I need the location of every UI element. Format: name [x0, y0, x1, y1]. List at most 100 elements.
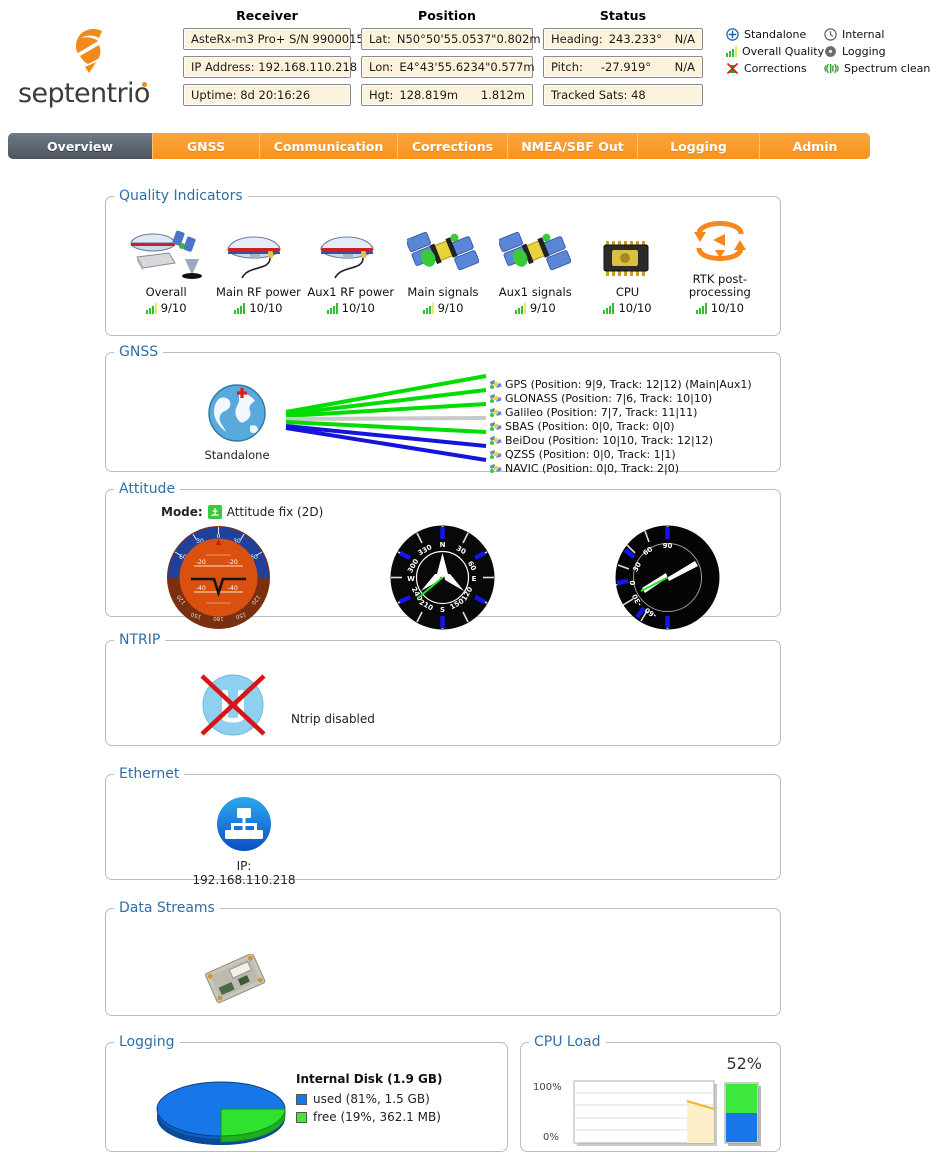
attitude-mode-label: Mode:	[161, 505, 203, 519]
gnss-constellation-label: NAVIC (Position: 0|0, Track: 2|0)	[505, 461, 679, 475]
gnss-constellation-label: QZSS (Position: 0|0, Track: 1|1)	[505, 447, 676, 461]
signal-bars-icon	[514, 302, 526, 314]
svg-text:90: 90	[663, 542, 673, 550]
attitude-fix-icon	[207, 505, 222, 519]
disk-used-label: used (81%, 1.5 GB)	[313, 1092, 430, 1106]
status-pitch-field: Pitch: -27.919° N/A	[543, 56, 703, 78]
svg-text:-40: -40	[196, 585, 206, 592]
attitude-mode-value: Attitude fix (2D)	[226, 505, 324, 519]
gnss-signal-rays	[285, 374, 487, 462]
status-legend: Standalone Internal Overall Quality Logg…	[726, 28, 934, 75]
quality-label: Main signals	[407, 285, 479, 299]
main-navigation: Overview GNSS Communication Corrections …	[8, 133, 870, 159]
status-column: Status Heading: 243.233° N/A Pitch: -27.…	[543, 8, 703, 112]
gnss-constellation-row: SBAS (Position: 0|0, Track: 0|0)	[489, 419, 752, 433]
signal-bars-icon	[326, 302, 338, 314]
pitch-gauge: 90 60 30 0 -30 -60	[615, 525, 720, 630]
quality-score: 9/10	[120, 301, 212, 315]
panel-data-streams: Data Streams	[105, 900, 781, 1016]
quality-score-value: 9/10	[437, 301, 464, 315]
gnss-constellation-list: GPS (Position: 9|9, Track: 12|12) (Main|…	[489, 377, 752, 475]
rtk-refresh-icon	[674, 208, 766, 270]
panel-ethernet: Ethernet IP: 192.168.110.218	[105, 766, 781, 887]
satellite-small-icon	[489, 421, 502, 431]
quality-score-value: 10/10	[249, 301, 283, 315]
tab-overview[interactable]: Overview	[8, 133, 153, 159]
disk-title: Internal Disk (1.9 GB)	[296, 1072, 443, 1086]
gnss-globe-wrap: Standalone	[192, 382, 282, 462]
quality-score: 10/10	[212, 301, 304, 315]
clock-icon	[824, 28, 837, 41]
standalone-icon	[726, 28, 739, 41]
panel-attitude: Attitude Mode: Attitude fix (2D) 0 30 60…	[105, 481, 781, 630]
panel-legend-ethernet: Ethernet	[119, 766, 180, 782]
tab-communication[interactable]: Communication	[260, 133, 398, 159]
satellite-small-icon	[489, 407, 502, 417]
quality-label: Overall	[145, 285, 187, 299]
quality-score: 9/10	[489, 301, 581, 315]
tab-nmea-sbf-out[interactable]: NMEA/SBF Out	[508, 133, 638, 159]
svg-text:E: E	[472, 575, 477, 583]
quality-label: Main RF power	[215, 285, 301, 299]
disk-usage-legend: Internal Disk (1.9 GB) used (81%, 1.5 GB…	[296, 1072, 443, 1128]
legend-label: Spectrum clean	[844, 62, 931, 75]
svg-text:0: 0	[629, 580, 637, 585]
quality-item-cpu: CPU 10/10	[582, 221, 674, 315]
quality-score-value: 10/10	[618, 301, 652, 315]
gnss-mode-label: Standalone	[204, 448, 270, 462]
tab-corrections[interactable]: Corrections	[398, 133, 508, 159]
quality-label: Aux1 signals	[498, 285, 572, 299]
svg-text:-20: -20	[196, 559, 206, 566]
receiver-ip-field: IP Address: 192.168.110.218	[183, 56, 357, 78]
signal-bars-icon	[603, 302, 615, 314]
panel-legend-cpu-load: CPU Load	[534, 1034, 601, 1050]
legend-label: Overall Quality	[742, 45, 825, 58]
ethernet-ip-label: IP: 192.168.110.218	[192, 859, 296, 887]
panel-legend-attitude: Attitude	[119, 481, 176, 497]
ethernet-status: IP: 192.168.110.218	[184, 796, 304, 887]
quality-item-main-signals: Main signals 9/10	[397, 221, 489, 315]
quality-score: 10/10	[582, 301, 674, 315]
signal-bars-icon	[422, 302, 434, 314]
panel-legend-gnss: GNSS	[119, 344, 159, 360]
quality-label: RTK post-processing	[688, 272, 751, 299]
signal-bars-icon	[695, 302, 707, 314]
ntrip-disabled-icon	[194, 664, 272, 745]
panel-cpu-load: CPU Load 52% 100% 0%	[520, 1034, 781, 1152]
disk-icon	[825, 46, 836, 57]
status-tracked-sats-field: Tracked Sats: 48	[543, 84, 703, 106]
quality-score: 10/10	[305, 301, 397, 315]
ethernet-icon	[217, 797, 271, 851]
gnss-constellation-label: SBAS (Position: 0|0, Track: 0|0)	[505, 419, 675, 433]
cpu-percent-label: 52%	[726, 1054, 762, 1073]
ntrip-status-text: Ntrip disabled	[291, 712, 375, 726]
legend-item-overall-quality: Overall Quality	[726, 45, 824, 58]
signal-bars-icon	[234, 302, 246, 314]
panel-legend-data-streams: Data Streams	[119, 900, 215, 916]
cpu-load-chart	[573, 1080, 761, 1146]
gnss-constellation-label: Galileo (Position: 7|7, Track: 11|11)	[505, 405, 698, 419]
gnss-constellation-row: GPS (Position: 9|9, Track: 12|12) (Main|…	[489, 377, 752, 391]
legend-label: Logging	[842, 45, 886, 58]
cpu-axis-top-label: 100%	[533, 1082, 562, 1093]
compass-rose-gauge: N 30 60 E 120 150 S 210 240 W 300 330	[390, 525, 495, 630]
disk-legend-row-free: free (19%, 362.1 MB)	[296, 1110, 443, 1124]
gnss-constellation-label: GLONASS (Position: 7|6, Track: 10|10)	[505, 391, 713, 405]
tab-logging[interactable]: Logging	[638, 133, 760, 159]
quality-score-value: 10/10	[341, 301, 375, 315]
tab-admin[interactable]: Admin	[760, 133, 870, 159]
tab-gnss[interactable]: GNSS	[153, 133, 260, 159]
gnss-constellation-label: BeiDou (Position: 10|10, Track: 12|12)	[505, 433, 714, 447]
signal-bars-icon	[726, 46, 737, 57]
antenna-receiver-icon	[120, 221, 212, 283]
legend-label: Internal	[842, 28, 885, 41]
quality-score: 10/10	[674, 301, 766, 315]
panel-legend-quality: Quality Indicators	[119, 188, 243, 204]
status-heading-field: Heading: 243.233° N/A	[543, 28, 703, 50]
receiver-column: Receiver AsteRx-m3 Pro+ S/N 9900015 IP A…	[183, 8, 364, 112]
cpu-axis-bottom-label: 0%	[543, 1132, 559, 1143]
gnss-constellation-row: QZSS (Position: 0|0, Track: 1|1)	[489, 447, 752, 461]
quality-score-value: 9/10	[529, 301, 556, 315]
attitude-gauges: 0 30 60 30 60 180 150 150 120 120 -20 -2…	[106, 525, 780, 630]
panel-legend-logging: Logging	[119, 1034, 175, 1050]
